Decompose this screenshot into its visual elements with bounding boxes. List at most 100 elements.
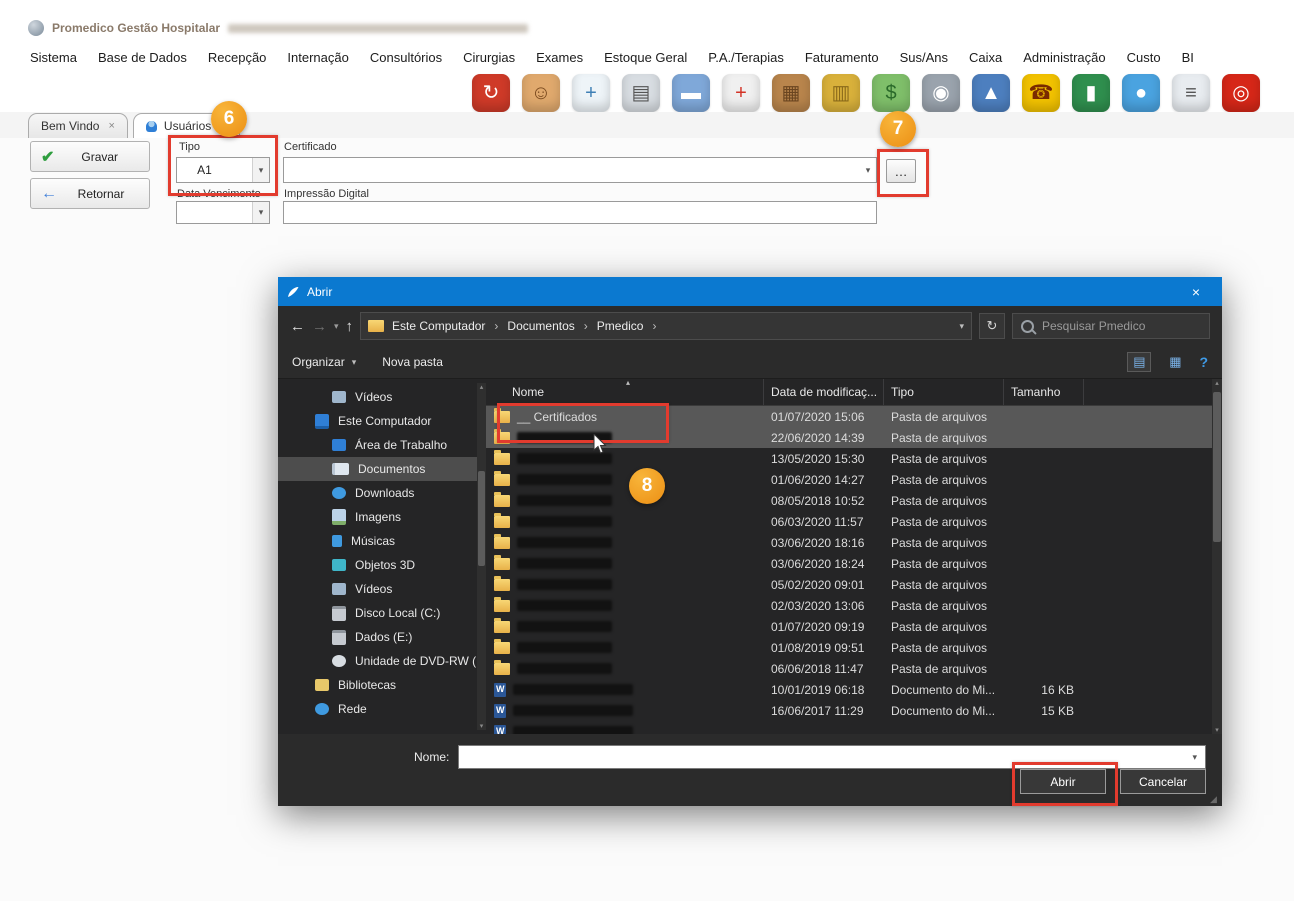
sidebar-item[interactable]: Disco Local (C:) [278, 601, 486, 625]
charts-icon[interactable]: ▲ [972, 74, 1010, 112]
safe-icon[interactable]: ◉ [922, 74, 960, 112]
forward-button[interactable]: → [312, 319, 327, 334]
close-icon[interactable]: × [1178, 277, 1214, 306]
tab[interactable]: Bem Vindo × [28, 113, 128, 139]
recent-locations-chevron[interactable]: ▾ [334, 322, 339, 331]
menu-item[interactable]: Internação [287, 50, 348, 65]
new-folder-button[interactable]: Nova pasta [382, 355, 443, 369]
file-row[interactable]: 06/03/2020 11:57 Pasta de arquivos [486, 511, 1222, 532]
menu-item[interactable]: Cirurgias [463, 50, 515, 65]
file-row[interactable]: 03/06/2020 18:16 Pasta de arquivos [486, 532, 1222, 553]
breadcrumb-item[interactable]: Documentos [485, 319, 574, 333]
menu-item[interactable]: Estoque Geral [604, 50, 687, 65]
storage-icon[interactable]: ▦ [772, 74, 810, 112]
sidebar-item[interactable]: Músicas [278, 529, 486, 553]
back-button[interactable]: ← [290, 319, 305, 334]
menu-item[interactable]: Administração [1023, 50, 1105, 65]
column-header-type[interactable]: Tipo [884, 379, 1004, 405]
file-row[interactable]: 01/08/2019 09:51 Pasta de arquivos [486, 637, 1222, 658]
scroll-down-icon[interactable]: ▾ [1215, 726, 1219, 734]
chevron-down-icon[interactable]: ▾ [860, 158, 876, 182]
file-row[interactable] [486, 721, 1222, 734]
power-icon[interactable]: ◎ [1222, 74, 1260, 112]
sidebar-item[interactable]: Bibliotecas [278, 673, 486, 697]
thumbnails-view-icon[interactable]: ▦ [1163, 352, 1187, 372]
chevron-down-icon[interactable]: ▾ [252, 158, 269, 182]
open-button[interactable]: Abrir [1020, 769, 1106, 794]
sidebar-scrollbar[interactable]: ▴ ▾ [477, 383, 486, 730]
sidebar-item[interactable]: Downloads [278, 481, 486, 505]
doctor-icon[interactable]: + [572, 74, 610, 112]
menu-item[interactable]: Caixa [969, 50, 1002, 65]
sidebar-item[interactable]: Vídeos [278, 385, 486, 409]
column-header-name[interactable]: Nome ▴ [486, 379, 764, 405]
chat-icon[interactable]: ● [1122, 74, 1160, 112]
return-button[interactable]: ← Retornar [30, 178, 150, 209]
column-header-date[interactable]: Data de modificaç... [764, 379, 884, 405]
file-row[interactable]: 02/03/2020 13:06 Pasta de arquivos [486, 595, 1222, 616]
sidebar-item[interactable]: Objetos 3D [278, 553, 486, 577]
organize-menu[interactable]: Organizar ▾ [292, 355, 356, 369]
address-bar[interactable]: Este ComputadorDocumentosPmedico ▾ [360, 312, 972, 340]
sidebar-item[interactable]: Este Computador [278, 409, 486, 433]
menu-item[interactable]: Exames [536, 50, 583, 65]
menu-item[interactable]: Sistema [30, 50, 77, 65]
menu-item[interactable]: Custo [1127, 50, 1161, 65]
save-button[interactable]: ✔ Gravar [30, 141, 150, 172]
scrollbar-thumb[interactable] [1213, 392, 1221, 542]
file-row[interactable]: 01/06/2020 14:27 Pasta de arquivos [486, 469, 1222, 490]
cancel-button[interactable]: Cancelar [1120, 769, 1206, 794]
menu-item[interactable]: Recepção [208, 50, 267, 65]
phone-icon[interactable]: ☎ [1022, 74, 1060, 112]
scrollbar-thumb[interactable] [478, 471, 485, 566]
billing-icon[interactable]: $ [872, 74, 910, 112]
file-row[interactable]: 01/07/2020 09:19 Pasta de arquivos [486, 616, 1222, 637]
certificado-select[interactable]: ▾ [283, 157, 877, 183]
refresh-button[interactable]: ↻ [979, 313, 1005, 339]
menu-item[interactable]: Consultórios [370, 50, 442, 65]
filelist-scrollbar[interactable]: ▴ ▾ [1212, 379, 1222, 734]
column-header-size[interactable]: Tamanho [1004, 379, 1084, 405]
bed-icon[interactable]: ▬ [672, 74, 710, 112]
supplies-icon[interactable]: ▥ [822, 74, 860, 112]
impressao-digital-input[interactable] [283, 201, 877, 224]
search-box[interactable]: Pesquisar Pmedico [1012, 313, 1210, 339]
file-row[interactable]: 03/06/2020 18:24 Pasta de arquivos [486, 553, 1222, 574]
menu-item[interactable]: BI [1182, 50, 1194, 65]
browse-certificate-button[interactable]: … [886, 159, 916, 183]
menu-item[interactable]: Base de Dados [98, 50, 187, 65]
data-vencimento-select[interactable]: ▾ [176, 201, 270, 224]
scroll-down-icon[interactable]: ▾ [480, 722, 484, 730]
address-dropdown-chevron[interactable]: ▾ [959, 321, 964, 332]
chevron-down-icon[interactable]: ▾ [252, 202, 269, 223]
ambulance-icon[interactable]: + [722, 74, 760, 112]
sidebar-item[interactable]: Vídeos [278, 577, 486, 601]
patients-icon[interactable]: ☺ [522, 74, 560, 112]
breadcrumb-item[interactable]: Este Computador [392, 319, 485, 333]
scroll-up-icon[interactable]: ▴ [480, 383, 484, 391]
sidebar-item[interactable]: Rede [278, 697, 486, 721]
menu-item[interactable]: Faturamento [805, 50, 879, 65]
sidebar-item[interactable]: Imagens [278, 505, 486, 529]
file-row[interactable]: 05/02/2020 09:01 Pasta de arquivos [486, 574, 1222, 595]
sidebar-item[interactable]: Documentos [278, 457, 486, 481]
invoice-icon[interactable]: ≡ [1172, 74, 1210, 112]
chevron-down-icon[interactable]: ▾ [1192, 752, 1197, 763]
filename-input[interactable]: ▾ [458, 745, 1206, 769]
menu-item[interactable]: Sus/Ans [900, 50, 948, 65]
close-icon[interactable]: × [108, 120, 114, 132]
breadcrumb-item[interactable]: Pmedico [575, 319, 644, 333]
details-view-icon[interactable]: ▤ [1127, 352, 1151, 372]
file-row[interactable]: 16/06/2017 11:29 Documento do Mi... 15 K… [486, 700, 1222, 721]
file-row[interactable]: 08/05/2018 10:52 Pasta de arquivos [486, 490, 1222, 511]
resize-grip[interactable]: ◢ [1210, 794, 1220, 804]
book-icon[interactable]: ▮ [1072, 74, 1110, 112]
file-row[interactable]: 10/01/2019 06:18 Documento do Mi... 16 K… [486, 679, 1222, 700]
menu-item[interactable]: P.A./Terapias [708, 50, 784, 65]
dialog-titlebar[interactable]: Abrir × [278, 277, 1222, 306]
sidebar-item[interactable]: Dados (E:) [278, 625, 486, 649]
clipboard-icon[interactable]: ▤ [622, 74, 660, 112]
tipo-select[interactable]: A1 ▾ [176, 157, 270, 183]
up-button[interactable]: ↑ [346, 319, 354, 334]
sidebar-item[interactable]: Área de Trabalho [278, 433, 486, 457]
